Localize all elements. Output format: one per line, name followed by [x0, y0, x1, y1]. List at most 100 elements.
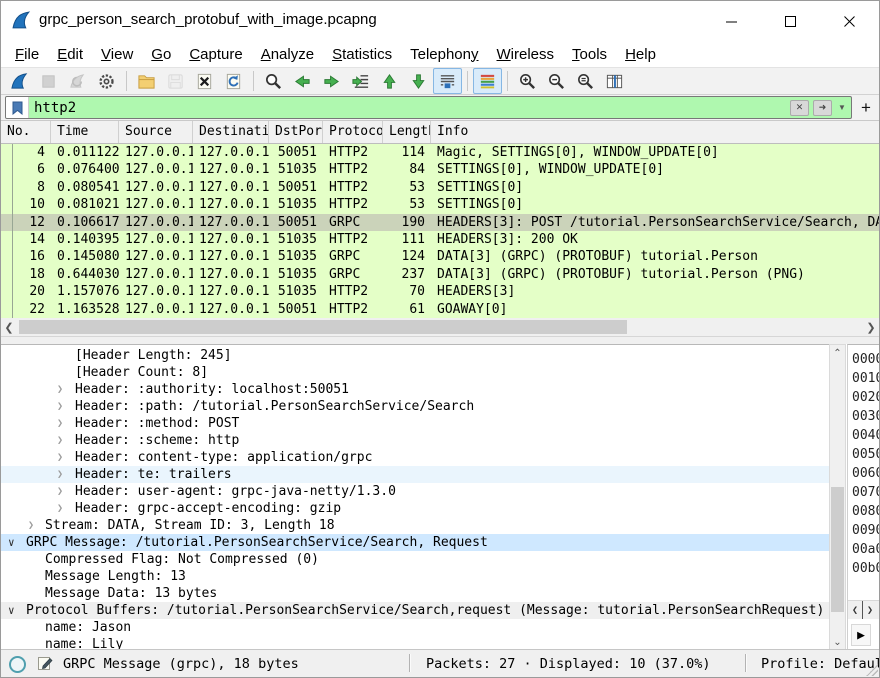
column-header-dstport[interactable]: DstPort	[269, 121, 323, 143]
column-header-time[interactable]: Time	[51, 121, 119, 143]
packet-row-18[interactable]: 180.644030127.0.0.1127.0.0.151035GRPC237…	[1, 266, 879, 283]
tree-expanded-icon[interactable]: ∨	[8, 534, 15, 551]
open-file-button[interactable]	[132, 68, 161, 94]
expert-info-icon[interactable]	[9, 656, 26, 673]
filter-apply-icon[interactable]: ➜	[813, 100, 832, 116]
filter-add-button[interactable]: +	[857, 97, 875, 118]
go-forward-button[interactable]	[317, 68, 346, 94]
detail-line-0[interactable]: [Header Length: 245]	[1, 347, 829, 364]
tree-collapsed-icon[interactable]: ❯	[57, 432, 63, 449]
detail-vscrollbar[interactable]: ⌃ ⌄	[829, 344, 846, 651]
detail-line-1[interactable]: [Header Count: 8]	[1, 364, 829, 381]
go-first-button[interactable]	[375, 68, 404, 94]
bytes-scroll-right-icon[interactable]: ❯	[863, 605, 877, 616]
minimize-button[interactable]	[702, 1, 761, 41]
packet-row-4[interactable]: 40.011122127.0.0.1127.0.0.150051HTTP2114…	[1, 144, 879, 161]
packet-row-20[interactable]: 201.157076127.0.0.1127.0.0.151035HTTP270…	[1, 283, 879, 300]
bytes-expand-icon[interactable]: ▶	[851, 624, 871, 646]
zoom-out-button[interactable]	[542, 68, 571, 94]
packet-row-8[interactable]: 80.080541127.0.0.1127.0.0.150051HTTP253S…	[1, 179, 879, 196]
detail-line-14[interactable]: Message Data: 13 bytes	[1, 585, 829, 602]
column-header-destination[interactable]: Destination	[193, 121, 269, 143]
maximize-button[interactable]	[761, 1, 820, 41]
colorize-button[interactable]	[473, 68, 502, 94]
detail-line-6[interactable]: ❯Header: content-type: application/grpc	[1, 449, 829, 466]
packet-row-14[interactable]: 140.140395127.0.0.1127.0.0.151035HTTP211…	[1, 231, 879, 248]
detail-line-5[interactable]: ❯Header: :scheme: http	[1, 432, 829, 449]
detail-line-7[interactable]: ❯Header: te: trailers	[1, 466, 829, 483]
scroll-down-icon[interactable]: ⌄	[830, 634, 845, 650]
zoom-in-button[interactable]	[513, 68, 542, 94]
zoom-normal-button[interactable]	[571, 68, 600, 94]
detail-line-2[interactable]: ❯Header: :authority: localhost:50051	[1, 381, 829, 398]
menu-tools[interactable]: Tools	[563, 43, 616, 66]
detail-line-11[interactable]: ∨GRPC Message: /tutorial.PersonSearchSer…	[1, 534, 829, 551]
column-header-protocol[interactable]: Protocol	[323, 121, 383, 143]
packet-list-hscrollbar[interactable]: ❮ ❯	[1, 318, 879, 337]
tree-collapsed-icon[interactable]: ❯	[57, 398, 63, 415]
filter-value[interactable]: http2	[29, 100, 790, 116]
detail-line-4[interactable]: ❯Header: :method: POST	[1, 415, 829, 432]
bytes-scroll-left-icon[interactable]: ❮	[848, 605, 862, 616]
tree-collapsed-icon[interactable]: ❯	[28, 517, 34, 534]
scroll-right-icon[interactable]: ❯	[863, 318, 879, 337]
detail-line-12[interactable]: Compressed Flag: Not Compressed (0)	[1, 551, 829, 568]
packet-row-22[interactable]: 221.163528127.0.0.1127.0.0.150051HTTP261…	[1, 301, 879, 318]
close-file-button[interactable]	[190, 68, 219, 94]
find-packet-button[interactable]	[259, 68, 288, 94]
tree-collapsed-icon[interactable]: ❯	[57, 500, 63, 517]
column-header-no[interactable]: No.	[1, 121, 51, 143]
menu-wireless[interactable]: Wireless	[488, 43, 564, 66]
menu-analyze[interactable]: Analyze	[252, 43, 323, 66]
display-filter-input[interactable]: http2 ✕ ➜ ▼	[5, 96, 852, 119]
packet-row-10[interactable]: 100.081021127.0.0.1127.0.0.151035HTTP253…	[1, 196, 879, 213]
capture-options-button[interactable]	[92, 68, 121, 94]
tree-collapsed-icon[interactable]: ❯	[57, 381, 63, 398]
menu-capture[interactable]: Capture	[180, 43, 251, 66]
column-header-info[interactable]: Info	[431, 121, 879, 143]
close-button[interactable]	[820, 1, 879, 41]
filter-bookmark-icon[interactable]	[6, 97, 29, 118]
tree-collapsed-icon[interactable]: ❯	[57, 466, 63, 483]
filter-dropdown-icon[interactable]: ▼	[836, 103, 848, 112]
packet-row-6[interactable]: 60.076400127.0.0.1127.0.0.151035HTTP284S…	[1, 161, 879, 178]
detail-line-10[interactable]: ❯Stream: DATA, Stream ID: 3, Length 18	[1, 517, 829, 534]
hscroll-thumb[interactable]	[19, 320, 627, 334]
go-to-packet-button[interactable]	[346, 68, 375, 94]
tree-expanded-icon[interactable]: ∨	[8, 602, 15, 619]
pane-splitter[interactable]	[1, 337, 879, 344]
menu-view[interactable]: View	[92, 43, 142, 66]
tree-collapsed-icon[interactable]: ❯	[57, 483, 63, 500]
tree-collapsed-icon[interactable]: ❯	[57, 449, 63, 466]
menu-go[interactable]: Go	[142, 43, 180, 66]
resize-grip[interactable]	[866, 664, 878, 676]
scroll-left-icon[interactable]: ❮	[1, 318, 17, 337]
packet-row-12[interactable]: 120.106617127.0.0.1127.0.0.150051GRPC190…	[1, 214, 879, 231]
menu-statistics[interactable]: Statistics	[323, 43, 401, 66]
detail-line-13[interactable]: Message Length: 13	[1, 568, 829, 585]
detail-line-3[interactable]: ❯Header: :path: /tutorial.PersonSearchSe…	[1, 398, 829, 415]
menu-telephony[interactable]: Telephony	[401, 43, 487, 66]
status-profile[interactable]: Profile: Default	[761, 656, 880, 672]
scroll-up-icon[interactable]: ⌃	[830, 345, 845, 361]
resize-columns-button[interactable]	[600, 68, 629, 94]
detail-line-16[interactable]: name: Jason	[1, 619, 829, 636]
column-header-length[interactable]: Length	[383, 121, 431, 143]
column-header-source[interactable]: Source	[119, 121, 193, 143]
go-back-button[interactable]	[288, 68, 317, 94]
bytes-hscrollbar[interactable]: ❮ ❯	[848, 600, 879, 619]
packet-row-16[interactable]: 160.145080127.0.0.1127.0.0.151035GRPC124…	[1, 248, 879, 265]
detail-line-9[interactable]: ❯Header: grpc-accept-encoding: gzip	[1, 500, 829, 517]
menu-file[interactable]: File	[6, 43, 48, 66]
start-capture-button[interactable]	[5, 68, 34, 94]
menu-edit[interactable]: Edit	[48, 43, 92, 66]
detail-line-8[interactable]: ❯Header: user-agent: grpc-java-netty/1.3…	[1, 483, 829, 500]
detail-line-15[interactable]: ∨Protocol Buffers: /tutorial.PersonSearc…	[1, 602, 829, 619]
capture-comment-icon[interactable]	[37, 655, 53, 671]
filter-clear-icon[interactable]: ✕	[790, 100, 809, 116]
reload-file-button[interactable]	[219, 68, 248, 94]
go-last-button[interactable]	[404, 68, 433, 94]
tree-collapsed-icon[interactable]: ❯	[57, 415, 63, 432]
auto-scroll-button[interactable]	[433, 68, 462, 94]
vscroll-thumb[interactable]	[831, 487, 844, 612]
